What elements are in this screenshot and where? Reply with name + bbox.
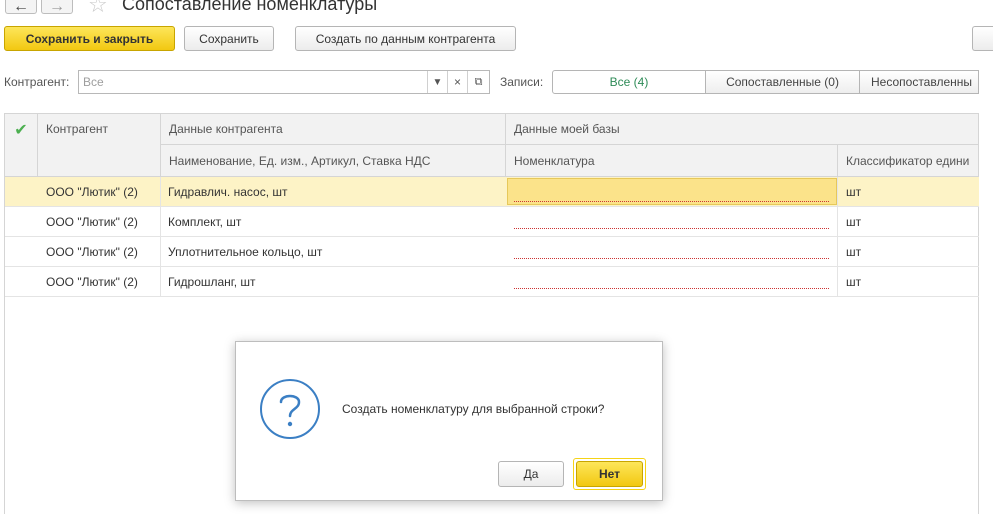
counterparty-cell: ООО "Лютик" (2) — [46, 274, 138, 289]
question-icon — [259, 378, 321, 440]
clear-button[interactable]: × — [447, 71, 467, 93]
open-button[interactable]: ⧉ — [467, 71, 489, 93]
unit-cell: шт — [846, 214, 862, 229]
dropdown-button[interactable]: ▼ — [427, 71, 447, 93]
arrow-left-icon: ← — [13, 0, 29, 15]
records-label: Записи: — [500, 75, 544, 89]
counterparty-label: Контрагент: — [4, 75, 70, 89]
segment-matched[interactable]: Сопоставленные (0) — [705, 70, 860, 94]
forward-button[interactable]: → — [41, 0, 73, 14]
item-cell: Гидравлич. насос, шт — [168, 184, 288, 199]
table-row[interactable]: ООО "Лютик" (2) Уплотнительное кольцо, ш… — [5, 237, 979, 267]
segment-unmatched-label: Несопоставленны — [871, 75, 973, 89]
required-underline — [514, 258, 829, 259]
nomenclature-cell[interactable] — [507, 237, 837, 266]
item-cell: Гидрошланг, шт — [168, 274, 256, 289]
unit-cell: шт — [846, 184, 862, 199]
partner-data-subheader[interactable]: Наименование, Ед. изм., Артикул, Ставка … — [160, 144, 506, 177]
counterparty-cell: ООО "Лютик" (2) — [46, 184, 138, 199]
partner-data-header: Данные контрагента — [160, 113, 506, 145]
save-and-close-button[interactable]: Сохранить и закрыть — [4, 26, 175, 51]
counterparty-column-header[interactable]: Контрагент — [37, 113, 161, 177]
segment-unmatched[interactable]: Несопоставленны — [859, 70, 979, 94]
create-by-partner-data-button[interactable]: Создать по данным контрагента — [295, 26, 516, 51]
page-title: Сопоставление номенклатуры — [122, 0, 378, 14]
star-icon[interactable]: ☆ — [88, 0, 108, 18]
table-row[interactable]: ООО "Лютик" (2) Гидравлич. насос, шт шт — [5, 177, 979, 207]
required-underline — [514, 228, 829, 229]
check-column-header[interactable]: ✔ — [4, 113, 38, 177]
column-divider — [837, 177, 838, 297]
nomenclature-cell[interactable] — [507, 178, 837, 205]
nomenclature-column-header[interactable]: Номенклатура — [505, 144, 838, 177]
item-cell: Комплект, шт — [168, 214, 242, 229]
save-button[interactable]: Сохранить — [184, 26, 274, 51]
more-button[interactable] — [972, 26, 993, 51]
item-cell: Уплотнительное кольцо, шт — [168, 244, 323, 259]
nomenclature-cell[interactable] — [507, 207, 837, 236]
counterparty-cell: ООО "Лютик" (2) — [46, 244, 138, 259]
table-row[interactable]: ООО "Лютик" (2) Гидрошланг, шт шт — [5, 267, 979, 297]
required-underline — [514, 288, 829, 289]
open-window-icon: ⧉ — [474, 75, 483, 88]
segment-all[interactable]: Все (4) — [552, 70, 706, 94]
triangle-down-icon: ▼ — [432, 76, 443, 88]
counterparty-placeholder: Все — [83, 75, 104, 89]
column-divider — [160, 177, 161, 297]
counterparty-cell: ООО "Лютик" (2) — [46, 214, 138, 229]
back-button[interactable]: ← — [5, 0, 37, 14]
classifier-column-header[interactable]: Классификатор едини — [837, 144, 979, 177]
unit-cell: шт — [846, 244, 862, 259]
required-underline — [514, 201, 829, 202]
confirm-dialog: Создать номенклатуру для выбранной строк… — [235, 341, 663, 501]
yes-button[interactable]: Да — [498, 461, 564, 487]
no-button[interactable]: Нет — [576, 461, 643, 487]
close-icon: × — [453, 75, 461, 89]
unit-cell: шт — [846, 274, 862, 289]
nomenclature-cell[interactable] — [507, 267, 837, 296]
dialog-message: Создать номенклатуру для выбранной строк… — [342, 402, 605, 416]
checkmark-icon: ✔ — [14, 122, 28, 139]
table-row[interactable]: ООО "Лютик" (2) Комплект, шт шт — [5, 207, 979, 237]
arrow-right-icon: → — [49, 0, 65, 15]
my-data-header: Данные моей базы — [505, 113, 979, 145]
counterparty-input[interactable]: Все ▼ × ⧉ — [78, 70, 490, 94]
